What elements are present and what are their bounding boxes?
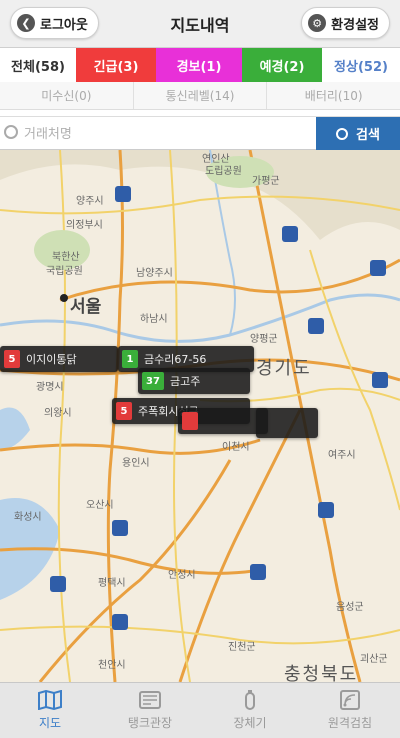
map-label-cheonan: 천안시 bbox=[98, 660, 126, 671]
map-label-yangju: 양주시 bbox=[76, 196, 104, 207]
marker-label: 금수리67-56 bbox=[144, 353, 207, 366]
remote-meter-icon bbox=[340, 690, 360, 710]
map-label-yeoju: 여주시 bbox=[328, 450, 356, 461]
map-label-yangpyeong: 양평군 bbox=[250, 334, 278, 345]
map-label-hwaseong: 화성시 bbox=[14, 512, 42, 523]
status-filter-bar: 전체(58) 긴급(3) 경보(1) 예경(2) 정상(52) bbox=[0, 48, 400, 82]
customer-marker[interactable]: 37 금고주 bbox=[138, 368, 250, 394]
filter-battery[interactable]: 배터리(10) bbox=[267, 82, 400, 109]
map-label-icheon: 이천시 bbox=[222, 442, 250, 453]
tab-remote-meter[interactable]: 원격검침 bbox=[300, 683, 400, 738]
filter-alarm[interactable]: 경보(1) bbox=[156, 48, 242, 82]
marker-level-badge: 5 bbox=[4, 350, 20, 368]
marker-level-badge bbox=[182, 412, 198, 430]
tab-map[interactable]: 지도 bbox=[0, 683, 100, 738]
bottom-tab-bar: 지도 탱크관장 장체기 원격검침 bbox=[0, 682, 400, 738]
map-label-osan: 오산시 bbox=[86, 500, 114, 511]
map-label-hanam: 하남시 bbox=[140, 314, 168, 325]
map-label-gyeonggi: 경기도 bbox=[256, 358, 312, 379]
tab-cylinder-label: 장체기 bbox=[233, 716, 267, 730]
filter-all[interactable]: 전체(58) bbox=[0, 48, 76, 82]
map-label-seoul: 서울 bbox=[70, 297, 102, 317]
map-label-bukhansan: 북한산 bbox=[52, 252, 80, 263]
filter-warning[interactable]: 예경(2) bbox=[242, 48, 322, 82]
filter-signal-level[interactable]: 통신레벨(14) bbox=[134, 82, 268, 109]
marker-level-badge: 37 bbox=[142, 372, 164, 390]
marker-label: 금고주 bbox=[170, 375, 201, 388]
marker-label: 이지이통닭 bbox=[26, 353, 77, 366]
search-input[interactable] bbox=[24, 121, 312, 147]
map-label-bukhansan-park: 국립공원 bbox=[46, 266, 83, 277]
tank-icon bbox=[139, 691, 161, 709]
customer-marker[interactable]: 5 이지이통닭 bbox=[0, 346, 118, 372]
tab-cylinder[interactable]: 장체기 bbox=[200, 683, 300, 738]
search-button-label: 검색 bbox=[356, 128, 380, 143]
settings-label: 환경설정 bbox=[331, 17, 379, 33]
han-river bbox=[0, 293, 400, 343]
map-label-namyangju: 남양주시 bbox=[136, 268, 173, 279]
map-view[interactable]: 연인산 도립공원 가평군 양주시 의정부시 북한산 국립공원 남양주시 서울 하… bbox=[0, 150, 400, 682]
tab-tank-label: 탱크관장 bbox=[127, 716, 173, 730]
cylinder-icon bbox=[245, 690, 255, 710]
map-label-chungbuk: 충청북도 bbox=[284, 664, 359, 682]
filter-urgent[interactable]: 긴급(3) bbox=[76, 48, 156, 82]
gear-icon: ⚙ bbox=[308, 14, 327, 32]
map-icon bbox=[38, 690, 62, 710]
sub-filter-bar: 미수신(0) 통신레벨(14) 배터리(10) bbox=[0, 82, 400, 110]
map-label-uiwang: 의왕시 bbox=[44, 408, 72, 419]
search-bar: 검색 bbox=[0, 116, 400, 150]
map-label-eumseong: 음성군 bbox=[336, 602, 364, 613]
map-label-anseong: 안성시 bbox=[168, 570, 196, 581]
tab-remote-meter-label: 원격검침 bbox=[327, 716, 373, 730]
filter-not-received[interactable]: 미수신(0) bbox=[0, 82, 134, 109]
marker-level-badge: 1 bbox=[122, 350, 138, 368]
map-label-jincheon: 진천군 bbox=[228, 642, 256, 653]
map-label-yongin: 용인시 bbox=[122, 458, 150, 469]
top-bar: ❮ 로그아웃 지도내역 ⚙ 환경설정 bbox=[0, 0, 400, 48]
tab-tank-management[interactable]: 탱크관장 bbox=[100, 683, 200, 738]
search-button[interactable]: 검색 bbox=[316, 117, 400, 150]
customer-marker[interactable] bbox=[178, 408, 268, 434]
search-button-icon bbox=[336, 127, 349, 140]
marker-level-badge: 5 bbox=[116, 402, 132, 420]
filter-normal[interactable]: 정상(52) bbox=[322, 48, 400, 82]
map-label-gwangmyeong: 광명시 bbox=[36, 382, 64, 393]
tab-map-label: 지도 bbox=[38, 716, 62, 730]
map-label-dorip: 도립공원 bbox=[205, 166, 242, 177]
settings-button[interactable]: ⚙ 환경설정 bbox=[301, 7, 390, 39]
search-icon bbox=[4, 125, 18, 139]
customer-marker[interactable] bbox=[256, 408, 318, 438]
map-label-uijeongbu: 의정부시 bbox=[66, 220, 103, 231]
map-label-pyeongtaek: 평택시 bbox=[98, 578, 126, 589]
seoul-dot bbox=[60, 294, 68, 302]
river-area bbox=[0, 407, 30, 450]
map-label-goesan: 괴산군 bbox=[360, 654, 388, 665]
map-label-gapyeong: 가평군 bbox=[252, 176, 280, 187]
